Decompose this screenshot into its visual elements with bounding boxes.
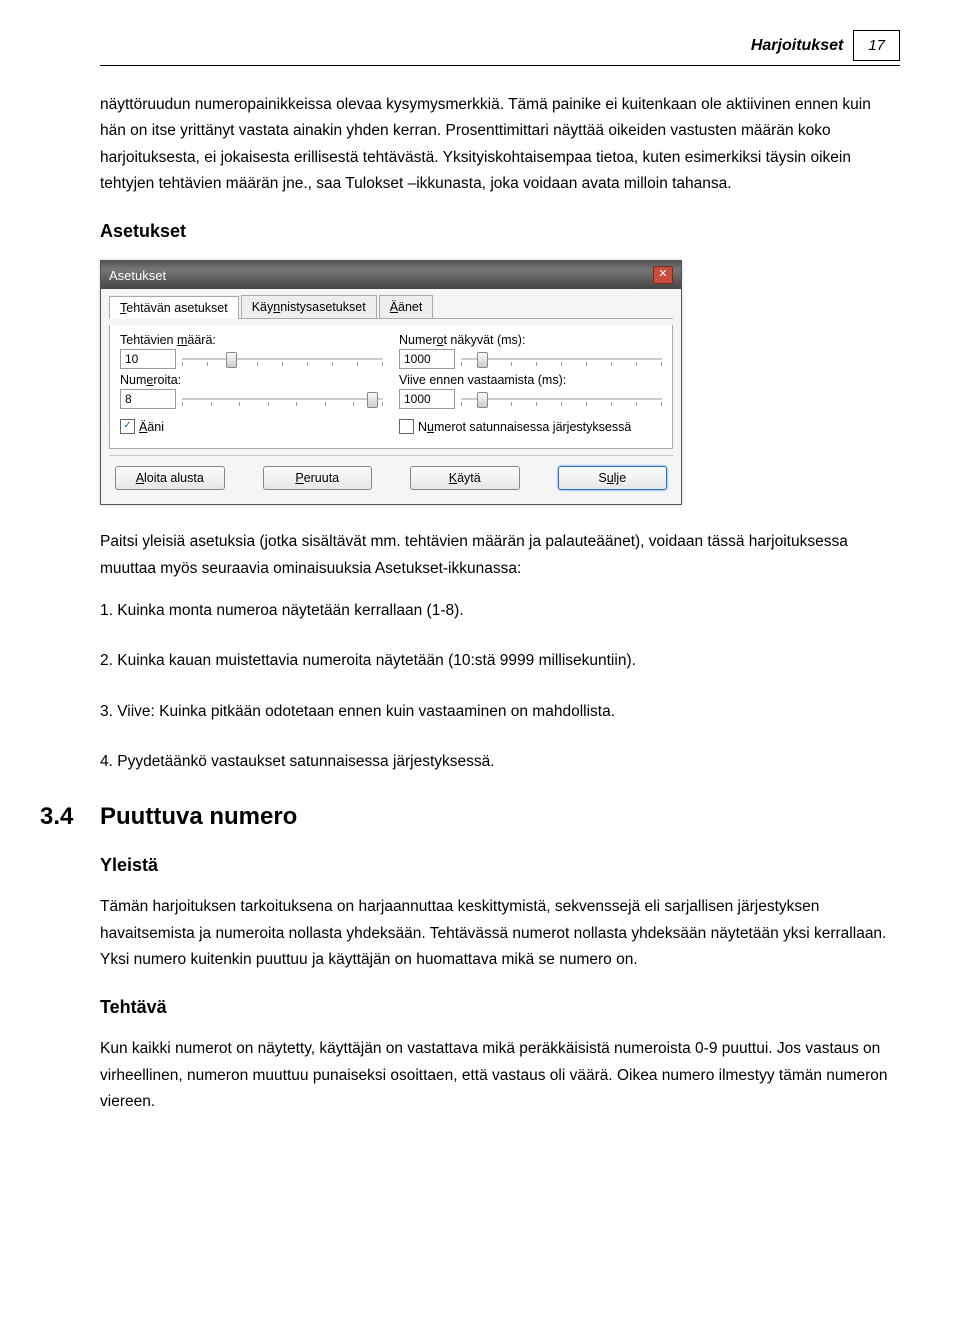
header-title: Harjoitukset bbox=[751, 37, 843, 55]
label-numbers-visible: Numerot näkyvät (ms): bbox=[399, 333, 662, 347]
slider-task-count[interactable] bbox=[182, 352, 383, 366]
checkbox-random-order[interactable] bbox=[399, 419, 414, 434]
section-heading-row: 3.4 Puuttuva numero bbox=[40, 803, 900, 831]
close-icon[interactable]: ✕ bbox=[653, 266, 673, 284]
restart-button[interactable]: Aloita alusta bbox=[115, 466, 225, 490]
heading-tehtava: Tehtävä bbox=[100, 997, 900, 1018]
apply-button[interactable]: Käytä bbox=[410, 466, 520, 490]
dialog-tabs: Tehtävän asetukset Käynnistysasetukset Ä… bbox=[109, 295, 673, 319]
slider-digit-count[interactable] bbox=[182, 392, 383, 406]
page-header: Harjoitukset 17 bbox=[100, 30, 900, 66]
slider-answer-delay[interactable] bbox=[461, 392, 662, 406]
asetukset-dialog: Asetukset ✕ Tehtävän asetukset Käynnisty… bbox=[100, 260, 682, 505]
heading-yleista: Yleistä bbox=[100, 855, 900, 876]
heading-asetukset: Asetukset bbox=[100, 221, 900, 242]
close-button[interactable]: Sulje bbox=[558, 466, 668, 490]
tab-content: Tehtävien määrä: 10 Numerot näkyvät (ms)… bbox=[109, 325, 673, 449]
body-paragraph-3: Tämän harjoituksen tarkoituksena on harj… bbox=[100, 894, 900, 973]
tab-startup-settings[interactable]: Käynnistysasetukset bbox=[241, 295, 377, 318]
label-digit-count: Numeroita: bbox=[120, 373, 383, 387]
dialog-button-row: Aloita alusta Peruuta Käytä Sulje bbox=[109, 455, 673, 494]
dialog-titlebar[interactable]: Asetukset ✕ bbox=[101, 261, 681, 289]
body-paragraph-1: näyttöruudun numeropainikkeissa olevaa k… bbox=[100, 92, 900, 197]
page-number: 17 bbox=[853, 30, 900, 61]
list-item-2: 2. Kuinka kauan muistettavia numeroita n… bbox=[100, 648, 900, 674]
tab-task-settings[interactable]: Tehtävän asetukset bbox=[109, 296, 239, 319]
label-random-order: Numerot satunnaisessa järjestyksessä bbox=[418, 420, 631, 434]
list-item-1: 1. Kuinka monta numeroa näytetään kerral… bbox=[100, 598, 900, 624]
label-sound: Ääni bbox=[139, 420, 164, 434]
slider-numbers-visible[interactable] bbox=[461, 352, 662, 366]
label-task-count: Tehtävien määrä: bbox=[120, 333, 383, 347]
cancel-button[interactable]: Peruuta bbox=[263, 466, 373, 490]
value-digit-count[interactable]: 8 bbox=[120, 389, 176, 409]
value-answer-delay[interactable]: 1000 bbox=[399, 389, 455, 409]
dialog-title: Asetukset bbox=[109, 268, 166, 283]
tab-sounds[interactable]: Äänet bbox=[379, 295, 434, 318]
section-number: 3.4 bbox=[40, 803, 100, 831]
list-item-3: 3. Viive: Kuinka pitkään odotetaan ennen… bbox=[100, 699, 900, 725]
value-task-count[interactable]: 10 bbox=[120, 349, 176, 369]
value-numbers-visible[interactable]: 1000 bbox=[399, 349, 455, 369]
list-item-4: 4. Pyydetäänkö vastaukset satunnaisessa … bbox=[100, 749, 900, 775]
checkbox-sound[interactable]: ✓ bbox=[120, 419, 135, 434]
body-paragraph-2: Paitsi yleisiä asetuksia (jotka sisältäv… bbox=[100, 529, 900, 582]
body-paragraph-4: Kun kaikki numerot on näytetty, käyttäjä… bbox=[100, 1036, 900, 1115]
label-answer-delay: Viive ennen vastaamista (ms): bbox=[399, 373, 662, 387]
section-title: Puuttuva numero bbox=[100, 803, 297, 831]
